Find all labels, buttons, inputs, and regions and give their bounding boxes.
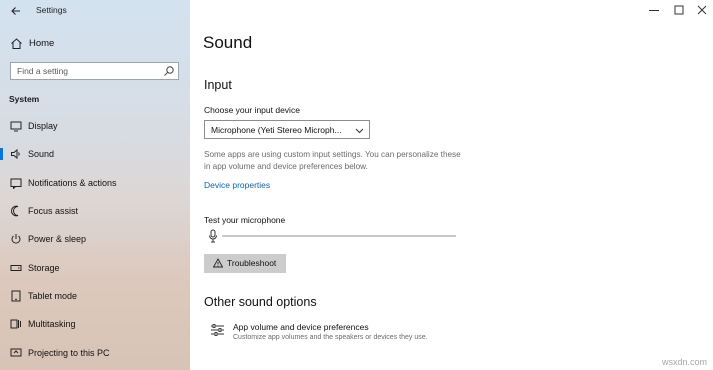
search-input[interactable] (11, 63, 161, 79)
sidebar-item-focus-assist[interactable]: Focus assist (0, 200, 190, 222)
search-icon[interactable] (163, 65, 175, 77)
sidebar-item-label: Power & sleep (28, 234, 87, 244)
sidebar-item-storage[interactable]: Storage (0, 257, 190, 279)
troubleshoot-label: Troubleshoot (227, 258, 277, 268)
sidebar-item-power-sleep[interactable]: Power & sleep (0, 228, 190, 250)
minimize-icon (649, 10, 659, 11)
back-arrow-icon (11, 7, 20, 15)
input-device-value: Microphone (Yeti Stereo Microph... (211, 125, 342, 135)
sidebar-item-sound[interactable]: Sound (0, 143, 190, 165)
app-volume-device-preferences[interactable]: App volume and device preferences Custom… (204, 320, 504, 344)
sidebar-item-notifications[interactable]: Notifications & actions (0, 172, 190, 194)
input-settings-description: Some apps are using custom input setting… (204, 150, 461, 171)
sidebar-item-label: Storage (28, 263, 60, 273)
close-icon (697, 5, 707, 15)
sidebar-item-label: Notifications & actions (28, 178, 117, 188)
home-label: Home (29, 38, 55, 49)
sidebar-item-display[interactable]: Display (0, 115, 190, 137)
page-title: Sound (203, 33, 253, 52)
app-volume-title: App volume and device preferences (233, 322, 369, 332)
troubleshoot-button[interactable]: Troubleshoot (204, 254, 286, 273)
tablet-icon (11, 290, 21, 302)
multitasking-icon (10, 319, 21, 329)
home-icon (11, 38, 22, 49)
input-device-label: Choose your input device (204, 105, 300, 115)
sliders-icon (211, 324, 224, 336)
title-bar: Settings (0, 0, 190, 22)
sidebar-item-label: Display (28, 121, 58, 131)
storage-icon (10, 265, 22, 271)
maximize-icon (674, 5, 684, 15)
device-properties-link[interactable]: Device properties (204, 180, 270, 190)
chevron-down-icon (355, 128, 364, 134)
back-button[interactable] (8, 3, 24, 19)
minimize-button[interactable] (640, 0, 668, 20)
sidebar-item-multitasking[interactable]: Multitasking (0, 313, 190, 335)
sidebar-item-label: Focus assist (28, 206, 79, 216)
speaker-icon (11, 148, 20, 160)
sidebar-item-label: Projecting to this PC (28, 348, 110, 358)
home-nav-item[interactable]: Home (0, 34, 190, 54)
section-heading-system: System (9, 94, 40, 104)
app-volume-subtitle: Customize app volumes and the speakers o… (233, 334, 428, 341)
sidebar-item-tablet-mode[interactable]: Tablet mode (0, 285, 190, 307)
sidebar-item-projecting[interactable]: Projecting to this PC (0, 342, 190, 364)
power-icon (11, 234, 21, 244)
active-indicator (0, 148, 3, 160)
notifications-icon (10, 178, 22, 189)
app-title: Settings (36, 5, 67, 15)
input-device-dropdown[interactable]: Microphone (Yeti Stereo Microph... (204, 120, 370, 139)
sidebar-item-label: Multitasking (28, 319, 76, 329)
section-heading-input: Input (204, 78, 232, 92)
warning-icon (213, 258, 223, 268)
watermark-text: wsxdn.com (661, 357, 707, 367)
projecting-icon (10, 348, 22, 357)
sidebar: Settings Home System Display (0, 0, 190, 370)
test-microphone-label: Test your microphone (204, 215, 286, 225)
moon-icon (11, 205, 19, 217)
sidebar-item-label: Tablet mode (28, 291, 78, 301)
sidebar-item-label: Sound (28, 149, 55, 159)
search-box (10, 62, 179, 80)
section-heading-other-sound-options: Other sound options (204, 295, 317, 309)
microphone-icon (209, 229, 217, 243)
display-icon (10, 121, 22, 132)
microphone-level-meter (222, 235, 456, 237)
close-button[interactable] (688, 0, 713, 20)
